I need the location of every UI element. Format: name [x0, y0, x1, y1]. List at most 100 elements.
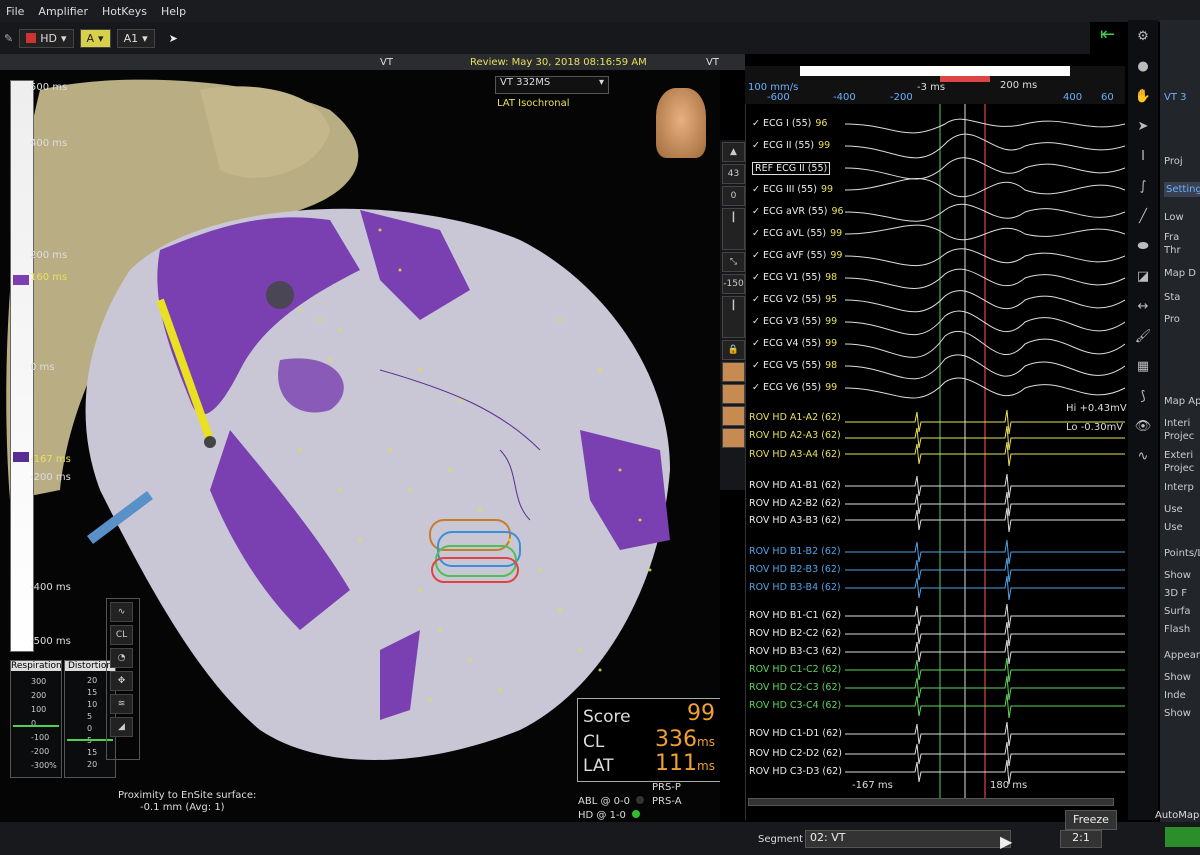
- ecg-icon[interactable]: ∿: [110, 602, 133, 622]
- measure-icon[interactable]: ↔: [1130, 294, 1156, 320]
- play-icon[interactable]: ▶: [1000, 832, 1012, 851]
- panel-item[interactable]: 3D F: [1164, 588, 1187, 599]
- panel-settings-tab[interactable]: Setting: [1164, 182, 1200, 197]
- trace-scrollbar[interactable]: [748, 798, 1114, 806]
- channel-label[interactable]: ROV HD C2-C3 (62): [749, 682, 841, 693]
- panel-item[interactable]: Fra: [1164, 232, 1179, 243]
- slider-icon[interactable]: ┃: [722, 296, 745, 338]
- channel-label[interactable]: ROV HD C2-D2 (62): [749, 748, 842, 759]
- channel-label[interactable]: ROV HD A3-B3 (62): [749, 515, 841, 526]
- cl-icon[interactable]: CL: [110, 625, 133, 645]
- ecg-label[interactable]: ✓ ECG V3 (55) 99: [752, 316, 837, 327]
- torso-right-icon[interactable]: [722, 428, 745, 448]
- ecg-label[interactable]: ✓ ECG I (55) 96: [752, 118, 827, 129]
- torso-left-icon[interactable]: [722, 406, 745, 426]
- panel-item[interactable]: Show: [1164, 570, 1191, 581]
- ecg-label[interactable]: ✓ ECG V5 (55) 98: [752, 360, 837, 371]
- channel-label[interactable]: ROV HD B2-C2 (62): [749, 628, 841, 639]
- panel-project[interactable]: Proj: [1164, 156, 1183, 167]
- catheter-icon[interactable]: ▦: [1130, 354, 1156, 380]
- torso-front-icon[interactable]: [722, 362, 745, 382]
- ecg-label[interactable]: ✓ ECG II (55) 99: [752, 140, 830, 151]
- panel-item[interactable]: Use: [1164, 522, 1183, 533]
- slider-icon[interactable]: ┃: [722, 208, 745, 250]
- circle-icon[interactable]: ●: [1130, 54, 1156, 80]
- catheter-select[interactable]: HD ▾: [19, 28, 74, 48]
- channel-label[interactable]: ROV HD B1-C1 (62): [749, 610, 841, 621]
- move-icon[interactable]: ✥: [110, 671, 133, 691]
- panel-item[interactable]: Sta: [1164, 292, 1180, 303]
- signal-icon[interactable]: ≋: [110, 694, 133, 714]
- panel-item[interactable]: Show: [1164, 672, 1191, 683]
- curve-icon[interactable]: ∫: [1130, 174, 1156, 200]
- gauge-icon[interactable]: ◔: [110, 648, 133, 668]
- channel-a-select[interactable]: A ▾: [79, 28, 111, 48]
- ecg-label[interactable]: ✓ ECG aVF (55) 99: [752, 250, 842, 261]
- ecg-label[interactable]: ✓ ECG III (55) 99: [752, 184, 833, 195]
- channel-label[interactable]: ROV HD A3-A4 (62): [749, 449, 841, 460]
- panel-item[interactable]: Use: [1164, 504, 1183, 515]
- panel-item[interactable]: Flash: [1164, 624, 1190, 635]
- eraser-icon[interactable]: ◪: [1130, 264, 1156, 290]
- tube-icon[interactable]: ⟆: [1130, 384, 1156, 410]
- wave-icon[interactable]: ∿: [1130, 444, 1156, 470]
- ecg-label[interactable]: ✓ ECG V4 (55) 99: [752, 338, 837, 349]
- pen-icon[interactable]: ╱: [1130, 204, 1156, 230]
- menu-file[interactable]: File: [6, 5, 24, 18]
- panel-item[interactable]: Surfa: [1164, 606, 1190, 617]
- ecg-label[interactable]: ✓ ECG V6 (55) 99: [752, 382, 837, 393]
- ellipse-icon[interactable]: ⬬: [1130, 234, 1156, 260]
- pointer-icon[interactable]: ➤: [169, 32, 178, 45]
- hand-icon[interactable]: ✋: [1130, 84, 1156, 110]
- panel-item[interactable]: Inde: [1164, 690, 1186, 701]
- panel-item[interactable]: Interi: [1164, 418, 1190, 429]
- gear-icon[interactable]: ⚙: [1130, 24, 1156, 50]
- tilt-icon[interactable]: ◢: [110, 717, 133, 737]
- channel-label[interactable]: ROV HD B1-B2 (62): [749, 546, 841, 557]
- ecg-label[interactable]: ✓ ECG V2 (55) 95: [752, 294, 837, 305]
- channel-label[interactable]: ROV HD B3-B4 (62): [749, 582, 841, 593]
- menu-amplifier[interactable]: Amplifier: [38, 5, 88, 18]
- timeline-header[interactable]: 100 mm/s -600 -400 -200 -3 ms 200 ms 400…: [745, 66, 1125, 104]
- speed-select[interactable]: 2:1: [1060, 830, 1102, 848]
- segment-select[interactable]: 02: VT: [805, 830, 1011, 848]
- panel-map-select[interactable]: VT 3: [1164, 92, 1187, 103]
- timeline-window[interactable]: [800, 66, 1070, 76]
- channel-a1-select[interactable]: A1 ▾: [116, 28, 155, 48]
- map-3d-view[interactable]: VT 332MS ▾ LAT Isochronal 500 ms 400 ms 2…: [0, 70, 720, 822]
- torso-back-icon[interactable]: [722, 384, 745, 404]
- automap-toggle[interactable]: [1165, 827, 1200, 847]
- ecg-label[interactable]: ✓ ECG aVL (55) 99: [752, 228, 842, 239]
- panel-item[interactable]: Pro: [1164, 314, 1180, 325]
- lock-icon[interactable]: 🔒: [722, 340, 745, 360]
- map-select[interactable]: VT 332MS ▾: [495, 76, 609, 94]
- mountain-icon[interactable]: ▲: [722, 142, 745, 162]
- channel-label[interactable]: ROV HD B3-C3 (62): [749, 646, 841, 657]
- text-cursor-icon[interactable]: I: [1130, 144, 1156, 170]
- channel-label[interactable]: ROV HD C3-C4 (62): [749, 700, 841, 711]
- channel-label[interactable]: ROV HD A1-B1 (62): [749, 480, 841, 491]
- eye-icon[interactable]: 👁: [1130, 414, 1156, 440]
- channel-label[interactable]: ROV HD B2-B3 (62): [749, 564, 841, 575]
- exit-icon[interactable]: ⇤: [1100, 24, 1124, 48]
- channel-label[interactable]: ROV HD C1-C2 (62): [749, 664, 841, 675]
- channel-label[interactable]: ROV HD A1-A2 (62): [749, 412, 841, 423]
- freeze-button[interactable]: Freeze: [1065, 810, 1117, 830]
- panel-item[interactable]: Exteri: [1164, 450, 1193, 461]
- ecg-label[interactable]: ✓ ECG V1 (55) 98: [752, 272, 837, 283]
- brush-icon[interactable]: 🖌: [1130, 324, 1156, 350]
- menu-help[interactable]: Help: [161, 5, 186, 18]
- channel-label[interactable]: ROV HD A2-A3 (62): [749, 430, 841, 441]
- channel-label[interactable]: ROV HD A2-B2 (62): [749, 498, 841, 509]
- scale-marker-bottom[interactable]: [13, 452, 29, 462]
- ecg-label[interactable]: ✓ ECG aVR (55) 96: [752, 206, 844, 217]
- panel-item[interactable]: Show: [1164, 708, 1191, 719]
- ecg-label-ref[interactable]: REF ECG II (55): [752, 162, 831, 175]
- scale-marker-top[interactable]: [13, 275, 29, 285]
- channel-label[interactable]: ROV HD C1-D1 (62): [749, 728, 842, 739]
- zoom-icon[interactable]: ⤡: [722, 252, 745, 272]
- pointer-icon[interactable]: ➤: [1130, 114, 1156, 140]
- menu-hotkeys[interactable]: HotKeys: [102, 5, 147, 18]
- torso-orientation-icon[interactable]: [656, 88, 706, 158]
- channel-label[interactable]: ROV HD C3-D3 (62): [749, 766, 842, 777]
